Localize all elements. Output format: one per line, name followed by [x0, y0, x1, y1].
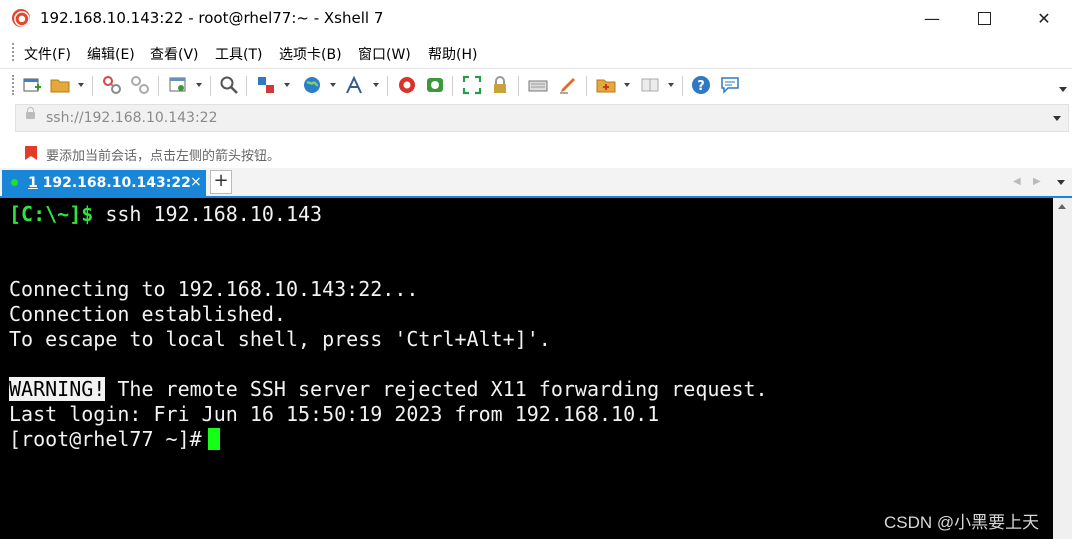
address-input[interactable]: ssh://192.168.10.143:22	[46, 110, 217, 126]
transfer-icon[interactable]	[256, 75, 276, 95]
title-bar: 192.168.10.143:22 - root@rhel77:~ - Xshe…	[0, 0, 1072, 36]
scroll-up-icon[interactable]	[1058, 204, 1066, 209]
help-icon[interactable]: ?	[691, 75, 711, 95]
toolbar-separator	[518, 76, 519, 96]
globe-dropdown-icon[interactable]	[330, 83, 336, 87]
toolbar-separator	[158, 76, 159, 96]
menu-help[interactable]: 帮助(H)	[428, 44, 477, 64]
window-title: 192.168.10.143:22 - root@rhel77:~ - Xshe…	[40, 9, 384, 27]
toolbar-separator	[210, 76, 211, 96]
tab-prev-icon[interactable]: ◀	[1013, 176, 1021, 187]
toolbar-separator	[452, 76, 453, 96]
close-button[interactable]: ✕	[1018, 0, 1070, 36]
terminal-cursor	[207, 428, 220, 450]
menu-window[interactable]: 窗口(W)	[358, 44, 411, 64]
remote-prompt: [root@rhel77 ~]#	[9, 427, 202, 451]
lock-icon[interactable]	[490, 75, 510, 95]
tab-close-button[interactable]: ×	[190, 174, 202, 190]
transfer-dropdown-icon[interactable]	[284, 83, 290, 87]
bookmark-arrow-icon[interactable]	[24, 145, 38, 161]
layout-icon[interactable]	[640, 75, 660, 95]
minimize-button[interactable]: —	[906, 0, 958, 36]
menu-edit[interactable]: 编辑(E)	[87, 44, 135, 64]
tab-next-icon[interactable]: ▶	[1033, 176, 1041, 187]
terminal-line: Connecting to 192.168.10.143:22...	[9, 277, 419, 301]
properties-icon[interactable]	[168, 75, 188, 95]
terminal-line: WARNING! The remote SSH server rejected …	[9, 377, 768, 402]
terminal-line: [C:\~]$ ssh 192.168.10.143	[9, 202, 322, 227]
local-prompt: [C:\~]$	[9, 202, 94, 226]
highlight-icon[interactable]	[558, 75, 578, 95]
menu-grip	[12, 43, 18, 61]
tab-bar: 1 192.168.10.143:22 × + ◀ ▶	[0, 168, 1072, 198]
terminal-line: Last login: Fri Jun 16 15:50:19 2023 fro…	[9, 402, 660, 426]
open-folder-icon[interactable]	[50, 75, 70, 95]
tab-number: 1	[28, 175, 38, 191]
disconnect-icon[interactable]	[130, 75, 150, 95]
connected-status-icon	[11, 179, 18, 186]
address-bar[interactable]: ssh://192.168.10.143:22	[15, 104, 1069, 132]
xshell-logo-icon	[12, 9, 30, 27]
terminal-line: Connection established.	[9, 302, 286, 326]
toolbar-separator	[387, 76, 388, 96]
toolbar-overflow-icon[interactable]	[1059, 87, 1067, 92]
tab-title: 192.168.10.143:22	[37, 175, 191, 191]
xshell-icon[interactable]	[397, 75, 417, 95]
toolbar: ?	[0, 69, 1072, 101]
menu-tabs[interactable]: 选项卡(B)	[279, 44, 342, 64]
fullscreen-icon[interactable]	[462, 75, 482, 95]
toolbar-separator	[586, 76, 587, 96]
tab-session[interactable]: 1 192.168.10.143:22 ×	[2, 170, 206, 196]
font-icon[interactable]	[345, 75, 365, 95]
maximize-button[interactable]	[958, 0, 1010, 36]
layout-dropdown-icon[interactable]	[668, 83, 674, 87]
terminal-line: [root@rhel77 ~]#	[9, 427, 220, 452]
globe-icon[interactable]	[302, 75, 322, 95]
font-dropdown-icon[interactable]	[373, 83, 379, 87]
toolbar-grip	[12, 75, 18, 95]
new-session-icon[interactable]	[22, 75, 42, 95]
menu-view[interactable]: 查看(V)	[150, 44, 199, 64]
find-icon[interactable]	[219, 75, 239, 95]
connect-icon[interactable]	[102, 75, 122, 95]
svg-text:?: ?	[697, 79, 705, 94]
chat-icon[interactable]	[720, 75, 740, 95]
open-dropdown-icon[interactable]	[78, 83, 84, 87]
keyboard-icon[interactable]	[528, 75, 548, 95]
tab-label: 1 192.168.10.143:22	[28, 175, 191, 191]
properties-dropdown-icon[interactable]	[196, 83, 202, 87]
menu-file[interactable]: 文件(F)	[24, 44, 71, 64]
tab-folder-icon[interactable]	[596, 75, 616, 95]
new-tab-button[interactable]: +	[210, 170, 232, 194]
toolbar-separator	[682, 76, 683, 96]
menu-bar: 文件(F) 编辑(E) 查看(V) 工具(T) 选项卡(B) 窗口(W) 帮助(…	[0, 36, 1072, 69]
tab-list-dropdown-icon[interactable]	[1057, 180, 1065, 185]
terminal-output[interactable]: [C:\~]$ ssh 192.168.10.143 Connecting to…	[0, 198, 1053, 539]
session-hint-bar: 要添加当前会话，点击左侧的箭头按钮。	[0, 139, 1072, 167]
terminal-scrollbar[interactable]	[1053, 198, 1072, 539]
hint-text: 要添加当前会话，点击左侧的箭头按钮。	[46, 149, 281, 164]
lock-icon	[26, 107, 35, 119]
toolbar-separator	[92, 76, 93, 96]
terminal-line: To escape to local shell, press 'Ctrl+Al…	[9, 327, 551, 351]
watermark: CSDN @小黑要上天	[884, 513, 1040, 532]
menu-tools[interactable]: 工具(T)	[215, 44, 262, 64]
address-dropdown-icon[interactable]	[1053, 116, 1061, 121]
xftp-icon[interactable]	[425, 75, 445, 95]
warning-badge: WARNING!	[9, 377, 106, 401]
command-text: ssh 192.168.10.143	[93, 202, 323, 226]
toolbar-separator	[246, 76, 247, 96]
tab-folder-dropdown-icon[interactable]	[624, 83, 630, 87]
warning-text: The remote SSH server rejected X11 forwa…	[105, 377, 768, 401]
